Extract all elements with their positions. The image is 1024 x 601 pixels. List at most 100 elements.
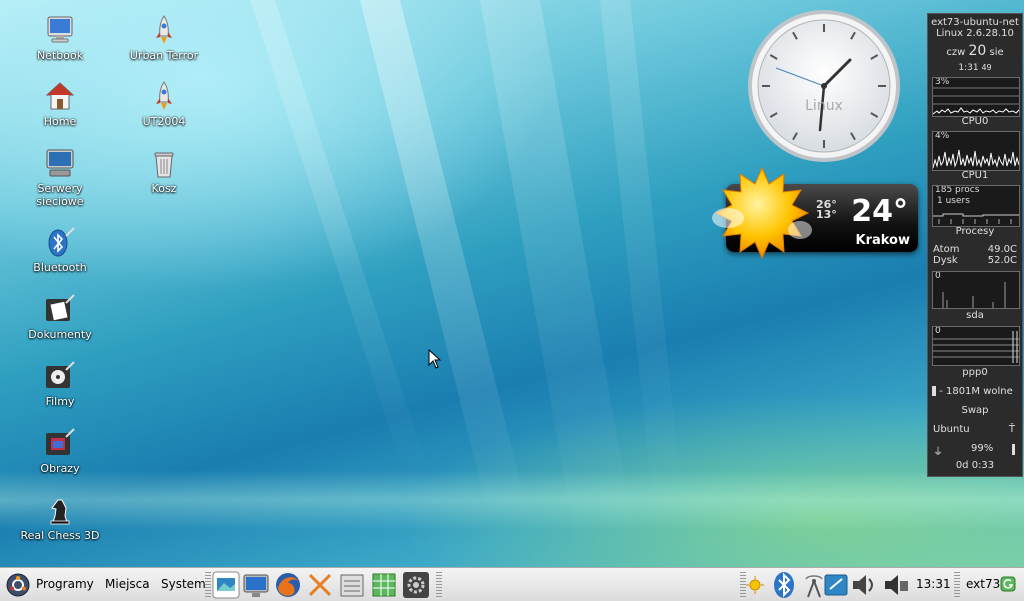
desktop-icon-label: Bluetooth [33, 261, 87, 274]
desktop-icon-label: Dokumenty [28, 328, 92, 341]
desktop-icon-label: Serwery sieciowe [36, 182, 84, 208]
desktop-icon-documents[interactable]: Dokumenty [14, 293, 106, 341]
bluetooth-icon[interactable] [770, 571, 798, 599]
conky-day: czw [946, 47, 966, 58]
memory-bar-icon [932, 386, 936, 396]
desktop-icon-home[interactable]: Home [14, 80, 106, 128]
cpu0-graph: 3% [932, 77, 1020, 117]
panel-separator [954, 572, 960, 597]
movies-folder-icon [46, 361, 75, 388]
panel-separator [436, 572, 442, 597]
atom-temp: 49.0C [987, 244, 1017, 255]
desktop-icon-network-servers[interactable]: Serwery sieciowe [14, 147, 106, 208]
weather-tray-icon[interactable] [746, 576, 764, 594]
memory-row: - 1801M wolne [932, 386, 1020, 397]
os-label: Ubuntu [933, 424, 970, 435]
cpu1-percent: 4% [935, 131, 950, 141]
weather-temperature: 24° [851, 194, 908, 229]
swap-label: Swap [961, 405, 989, 416]
spreadsheet-icon[interactable] [370, 571, 398, 599]
weather-widget[interactable]: 26° 13° 24° Krakow [706, 166, 920, 262]
mouse-cursor-icon [428, 349, 442, 369]
sda-graph: 0 [932, 271, 1020, 309]
power-manager-icon[interactable] [882, 571, 910, 599]
desktop-icon-netbook[interactable]: Netbook [14, 14, 106, 62]
disk-temp-row: Dysk 52.0C [933, 255, 1017, 266]
cpu1-graph: 4% [932, 131, 1020, 171]
file-manager-icon[interactable] [338, 571, 366, 599]
memory-free: - 1801M wolne [939, 386, 1013, 397]
ubuntu-logo-icon[interactable] [6, 573, 30, 597]
desktop-icon-bluetooth[interactable]: Bluetooth [14, 226, 106, 274]
os-row: Ubuntu Ť [933, 424, 1017, 435]
sda-label: sda [966, 310, 984, 321]
ppp0-graph-plot [933, 331, 1019, 363]
desktop-icon-label: Urban Terror [129, 49, 199, 62]
documents-folder-icon [46, 294, 75, 321]
desktop-icon-movies[interactable]: Filmy [14, 360, 106, 408]
atom-label: Atom [933, 244, 960, 255]
menu-programy[interactable]: Programy [36, 568, 94, 601]
computer-icon [47, 16, 73, 43]
conky-system-monitor: ext73-ubuntu-net Linux 2.6.28.10 czw 20 … [927, 13, 1023, 477]
desktop-icon-label: Real Chess 3D [20, 529, 100, 542]
menu-system[interactable]: System [161, 568, 206, 601]
chess-knight-icon [50, 499, 70, 525]
network-status-tray-icon[interactable] [822, 571, 850, 599]
sun-cloud-icon [712, 166, 812, 260]
conky-kernel: Linux 2.6.28.10 [936, 28, 1014, 39]
settings-gear-icon[interactable] [402, 571, 430, 599]
user-switcher[interactable]: ext73 [966, 568, 1000, 601]
desktop-icon-urban-terror[interactable]: Urban Terror [118, 14, 210, 62]
conky-date-num: 20 [968, 43, 987, 59]
tools-icon[interactable] [306, 571, 334, 599]
desktop-icon-label: UT2004 [142, 115, 186, 128]
ppp0-graph: 0 [932, 326, 1020, 366]
desktop-icon-pictures[interactable]: Obrazy [14, 427, 106, 475]
desktop-icon-ut2004[interactable]: UT2004 [118, 80, 210, 128]
process-count: 185 procs [935, 185, 980, 195]
network-status-icon: Ť [1008, 424, 1015, 435]
analog-clock-widget[interactable]: Linux [746, 8, 902, 164]
monitor-icon[interactable] [242, 571, 270, 599]
conky-time-value: 1:31 [958, 63, 979, 73]
conky-date: czw 20 sie [928, 43, 1022, 59]
trash-icon [154, 152, 174, 178]
processes-label: Procesy [955, 226, 995, 237]
disk-temp: 52.0C [987, 255, 1017, 266]
atom-temp-row: Atom 49.0C [933, 244, 1017, 255]
home-folder-icon [45, 82, 75, 110]
panel-clock[interactable]: 13:31 [916, 568, 951, 601]
uptime: 0d 0:33 [955, 460, 995, 471]
network-servers-icon [46, 149, 74, 177]
desktop-icon-real-chess-3d[interactable]: Real Chess 3D [14, 494, 106, 542]
user-count: 1 users [937, 196, 970, 206]
user-status-icon[interactable] [1000, 576, 1016, 592]
clock-face-icon [748, 10, 900, 162]
cpu0-percent: 3% [935, 77, 950, 87]
sda-value: 0 [935, 271, 941, 281]
desktop-icon-label: Filmy [45, 395, 75, 408]
volume-icon[interactable] [850, 571, 878, 599]
cpu0-label: CPU0 [961, 116, 989, 127]
cpu1-label: CPU1 [961, 170, 989, 181]
firefox-icon[interactable] [274, 571, 302, 599]
menu-miejsca[interactable]: Miejsca [105, 568, 150, 601]
sda-graph-plot [942, 282, 1006, 308]
disk-label: Dysk [933, 255, 958, 266]
battery-percent: 99% [971, 443, 994, 454]
show-desktop-icon[interactable] [212, 571, 240, 599]
bluetooth-folder-icon [48, 227, 75, 257]
weather-city: Krakow [855, 233, 911, 248]
clock-brand: Linux [805, 98, 843, 114]
desktop-icon-label: Netbook [36, 49, 84, 62]
desktop-icon-trash[interactable]: Kosz [118, 147, 210, 195]
panel-separator [205, 572, 211, 597]
wallpaper-glow [0, 470, 1024, 530]
conky-seconds: 49 [981, 63, 992, 72]
pictures-folder-icon [46, 428, 75, 455]
ppp0-label: ppp0 [962, 367, 988, 378]
bottom-panel: Programy Miejsca System 13:31 ext73 [0, 567, 1024, 601]
conky-time: 1:31 49 [928, 63, 1022, 73]
power-plug-icon: ⏚ [933, 447, 943, 458]
